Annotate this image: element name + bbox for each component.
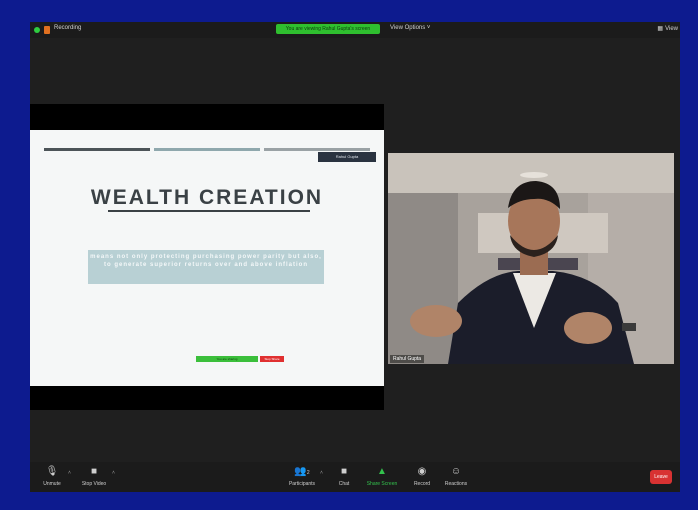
slide-title: WEALTH CREATION — [90, 186, 324, 209]
share-screen-icon: ▲ — [377, 466, 387, 477]
share-screen-label: Share Screen — [366, 481, 398, 487]
chat-bubble-icon: ■ — [340, 466, 348, 477]
leave-button[interactable]: Leave — [650, 470, 672, 484]
share-screen-button[interactable]: ▲ Share Screen — [362, 466, 402, 487]
meeting-window: Recording You are viewing Rahul Gupta's … — [30, 22, 680, 492]
view-button[interactable]: View — [657, 25, 678, 32]
presenter-name-chip: Rahul Gupta — [318, 152, 376, 162]
view-options-menu[interactable]: View Options ˅ — [390, 25, 430, 31]
chat-button[interactable]: ■ Chat — [324, 466, 364, 487]
video-camera-icon: ■ — [90, 466, 98, 477]
video-options-caret-icon[interactable]: ˄ — [112, 470, 115, 476]
record-label: Record — [413, 481, 431, 487]
slide-header-bar — [264, 148, 370, 151]
title-underline — [108, 210, 310, 212]
chat-label: Chat — [338, 481, 350, 487]
stop-video-button[interactable]: ■ Stop Video — [74, 466, 114, 487]
screenshot-frame: Recording You are viewing Rahul Gupta's … — [0, 0, 698, 510]
slide-body-text: means not only protecting purchasing pow… — [88, 250, 324, 284]
participants-label: Participants — [288, 481, 316, 487]
recording-label: Recording — [54, 25, 82, 31]
recording-icon — [44, 26, 50, 34]
stop-video-label: Stop Video — [81, 481, 107, 487]
participants-icon: 👥2 — [294, 466, 310, 477]
slide-header-bar — [154, 148, 260, 151]
unmute-button[interactable]: 🎙 Unmute — [32, 466, 72, 487]
reactions-button[interactable]: ☺ Reactions — [436, 466, 476, 487]
record-icon: ◉ — [417, 466, 427, 477]
reactions-label: Reactions — [444, 481, 468, 487]
mini-share-bar: You are sharing — [196, 356, 258, 362]
participants-button[interactable]: 👥2 Participants — [282, 466, 322, 487]
participant-name-label: Rahul Gupta — [390, 355, 425, 363]
audio-options-caret-icon[interactable]: ˄ — [68, 470, 71, 476]
microphone-icon: 🎙 — [45, 466, 59, 477]
reactions-icon: ☺ — [450, 466, 462, 477]
slide-header-bar — [44, 148, 150, 151]
participants-caret-icon[interactable]: ˄ — [320, 470, 323, 476]
security-shield-icon[interactable] — [34, 27, 40, 33]
viewing-share-banner: You are viewing Rahul Gupta's screen — [276, 24, 380, 34]
top-bar: Recording You are viewing Rahul Gupta's … — [30, 22, 680, 38]
unmute-label: Unmute — [43, 481, 61, 487]
meeting-toolbar: 🎙 Unmute ˄ ■ Stop Video ˄ 👥2 Participant… — [30, 462, 680, 492]
participant-video-tile[interactable]: Rahul Gupta — [388, 153, 674, 364]
mini-stop-share: Stop Share — [260, 356, 284, 362]
presentation-slide: Rahul Gupta WEALTH CREATION means not on… — [30, 130, 384, 386]
participant-count: 2 — [306, 470, 310, 476]
video-feed-illustration — [388, 153, 674, 364]
